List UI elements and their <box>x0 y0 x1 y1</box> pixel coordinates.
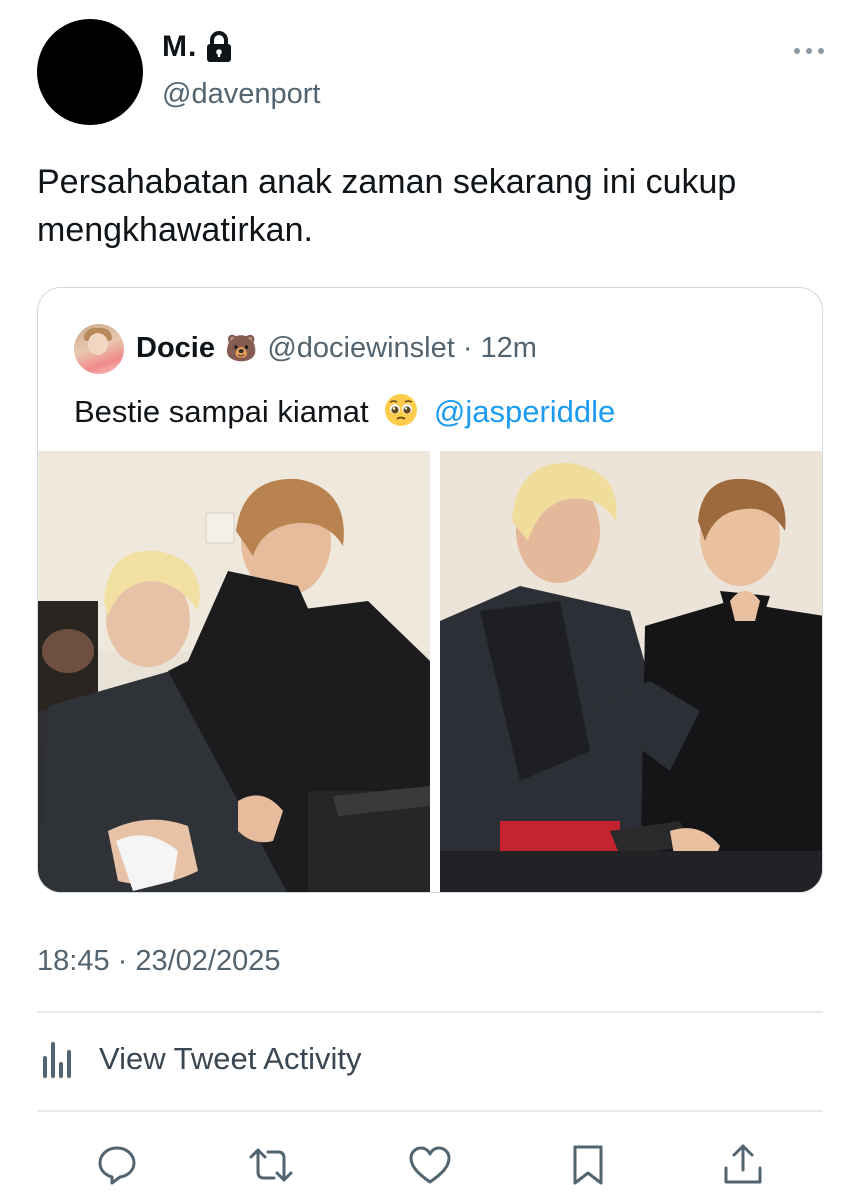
more-options-icon[interactable] <box>793 44 825 58</box>
bookmark-button[interactable] <box>563 1140 613 1190</box>
retweet-button[interactable] <box>246 1140 296 1190</box>
reply-icon <box>98 1146 136 1185</box>
retweet-icon <box>249 1148 293 1182</box>
quoted-text-body: Bestie sampai kiamat <box>74 394 369 429</box>
quoted-photo-right[interactable] <box>440 451 822 892</box>
pleading-face-icon <box>383 392 419 428</box>
tweet-text: Persahabatan anak zaman sekarang ini cuk… <box>37 163 737 249</box>
divider-bottom <box>37 1110 823 1112</box>
view-tweet-activity-button[interactable]: View Tweet Activity <box>37 1038 361 1080</box>
tweet-header: M. @davenport <box>0 0 859 130</box>
author-name-row: M. <box>162 30 233 64</box>
heart-icon <box>409 1146 451 1184</box>
share-button[interactable] <box>718 1140 768 1190</box>
lock-icon <box>205 31 233 63</box>
mention-link[interactable]: @jasperiddle <box>434 394 615 429</box>
like-button[interactable] <box>405 1140 455 1190</box>
author-avatar[interactable] <box>37 19 143 125</box>
tweet-timestamp[interactable]: 18:45 · 23/02/2025 <box>37 945 280 978</box>
tweet-action-bar <box>0 1140 859 1196</box>
quoted-tweet-text: Bestie sampai kiamat @jasperiddle <box>74 392 615 430</box>
quoted-tweet[interactable]: Docie 🐻 @dociewinslet · 12m Bestie sampa… <box>37 287 823 893</box>
view-tweet-activity-label: View Tweet Activity <box>99 1041 362 1076</box>
quoted-author-handle-time: @dociewinslet · 12m <box>267 332 537 364</box>
reply-button[interactable] <box>92 1140 142 1190</box>
bear-emoji: 🐻 <box>224 333 258 363</box>
analytics-icon <box>37 1038 77 1080</box>
quoted-photo-left[interactable] <box>38 451 430 892</box>
author-display-name[interactable]: M. <box>162 30 197 64</box>
quoted-author-avatar[interactable] <box>74 324 124 374</box>
quoted-tweet-header: Docie 🐻 @dociewinslet · 12m <box>136 332 537 365</box>
author-handle[interactable]: @davenport <box>162 78 320 111</box>
divider-top <box>37 1011 823 1013</box>
quoted-author-name[interactable]: Docie <box>136 332 215 365</box>
bookmark-icon <box>573 1145 603 1185</box>
share-icon <box>724 1144 762 1184</box>
